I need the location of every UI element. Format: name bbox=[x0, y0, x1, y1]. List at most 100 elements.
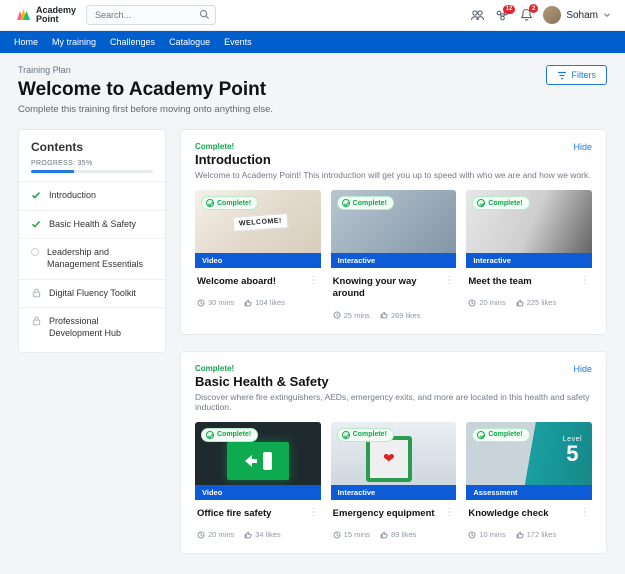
nav-my-training[interactable]: My training bbox=[52, 31, 96, 53]
check-ring-icon bbox=[477, 431, 485, 439]
kebab-icon[interactable]: ⋮ bbox=[305, 276, 319, 286]
check-ring-icon bbox=[342, 431, 350, 439]
top-bar: Academy Point 12 2 bbox=[0, 0, 625, 31]
kebab-icon[interactable]: ⋮ bbox=[440, 276, 454, 286]
training-section: Complete!Basic Health & SafetyHideDiscov… bbox=[180, 351, 607, 554]
community-icon[interactable]: 12 bbox=[495, 9, 510, 22]
clock-icon bbox=[197, 299, 205, 307]
toc-label: Introduction bbox=[49, 190, 96, 202]
card-thumbnail: WELCOME!Complete!Video bbox=[195, 190, 321, 268]
nav-home[interactable]: Home bbox=[14, 31, 38, 53]
card-title: Knowledge check bbox=[468, 508, 576, 520]
duration: 15 mins bbox=[333, 530, 370, 539]
duration: 10 mins bbox=[468, 530, 505, 539]
chevron-down-icon bbox=[603, 11, 611, 19]
type-ribbon: Interactive bbox=[331, 485, 457, 500]
card-title: Office fire safety bbox=[197, 508, 305, 520]
contents-sidebar: Contents PROGRESS: 35% IntroductionBasic… bbox=[18, 129, 166, 353]
duration: 20 mins bbox=[197, 530, 234, 539]
kebab-icon[interactable]: ⋮ bbox=[576, 276, 590, 286]
clock-icon bbox=[197, 531, 205, 539]
brand-name: Academy Point bbox=[36, 6, 76, 24]
main-nav: Home My training Challenges Catalogue Ev… bbox=[0, 31, 625, 53]
search-input[interactable] bbox=[86, 5, 216, 25]
section-desc: Welcome to Academy Point! This introduct… bbox=[195, 170, 592, 180]
likes: 34 likes bbox=[244, 530, 280, 539]
card-thumbnail: ❤Complete!Interactive bbox=[331, 422, 457, 500]
filters-icon bbox=[557, 71, 567, 80]
community-badge: 12 bbox=[503, 5, 516, 14]
toc-item[interactable]: Basic Health & Safety bbox=[19, 210, 165, 239]
card-thumbnail: Complete!Interactive bbox=[331, 190, 457, 268]
course-card[interactable]: Complete! Video Office fire safety⋮ 20 mins… bbox=[195, 422, 321, 539]
card-thumbnail: Complete! Video bbox=[195, 422, 321, 500]
likes: 269 likes bbox=[380, 311, 421, 320]
toc-item[interactable]: Introduction bbox=[19, 181, 165, 210]
breadcrumb: Training Plan bbox=[18, 65, 273, 75]
clock-icon bbox=[468, 299, 476, 307]
check-icon bbox=[31, 219, 41, 229]
check-ring-icon bbox=[206, 431, 214, 439]
bell-icon[interactable]: 2 bbox=[520, 8, 533, 22]
type-ribbon: Video bbox=[195, 485, 321, 500]
logo-mark-icon bbox=[14, 8, 32, 22]
card-thumbnail: Complete!Interactive bbox=[466, 190, 592, 268]
user-name: Soham bbox=[566, 10, 598, 21]
card-title: Welcome aboard! bbox=[197, 276, 305, 288]
toc-item[interactable]: Digital Fluency Toolkit bbox=[19, 279, 165, 308]
search-icon bbox=[199, 9, 210, 20]
duration: 25 mins bbox=[333, 311, 370, 320]
brand-logo[interactable]: Academy Point bbox=[14, 6, 76, 24]
bell-badge: 2 bbox=[529, 4, 538, 13]
complete-chip: Complete! bbox=[337, 196, 394, 210]
progress-bar bbox=[31, 170, 153, 173]
thumbs-up-icon bbox=[516, 531, 524, 539]
card-title: Knowing your way around bbox=[333, 276, 441, 301]
course-card[interactable]: ❤Complete!InteractiveEmergency equipment… bbox=[331, 422, 457, 539]
avatar bbox=[543, 6, 561, 24]
course-card[interactable]: Complete!Interactive Meet the team⋮ 20 min… bbox=[466, 190, 592, 320]
duration: 20 mins bbox=[468, 298, 505, 307]
complete-chip: Complete! bbox=[337, 428, 394, 442]
section-title: Basic Health & Safety bbox=[195, 374, 329, 389]
course-card[interactable]: WELCOME!Complete!VideoWelcome aboard!⋮30… bbox=[195, 190, 321, 320]
clock-icon bbox=[468, 531, 476, 539]
check-icon bbox=[31, 190, 41, 200]
card-title: Meet the team bbox=[468, 276, 576, 288]
course-card[interactable]: Level5Complete!AssessmentKnowledge check… bbox=[466, 422, 592, 539]
thumbs-up-icon bbox=[380, 531, 388, 539]
page-subtitle: Complete this training first before movi… bbox=[18, 104, 273, 115]
kebab-icon[interactable]: ⋮ bbox=[440, 508, 454, 518]
complete-chip: Complete! bbox=[472, 428, 529, 442]
course-card[interactable]: Complete!Interactive Knowing your way aro… bbox=[331, 190, 457, 320]
complete-chip: Complete! bbox=[201, 196, 258, 210]
filters-button[interactable]: Filters bbox=[546, 65, 608, 85]
nav-events[interactable]: Events bbox=[224, 31, 252, 53]
likes: 104 likes bbox=[244, 298, 285, 307]
toc-label: Basic Health & Safety bbox=[49, 219, 136, 231]
people-icon[interactable] bbox=[470, 9, 485, 22]
search-field[interactable] bbox=[86, 5, 216, 25]
likes: 225 likes bbox=[516, 298, 557, 307]
hide-toggle[interactable]: Hide bbox=[573, 142, 592, 152]
clock-icon bbox=[333, 311, 341, 319]
kebab-icon[interactable]: ⋮ bbox=[576, 508, 590, 518]
complete-chip: Complete! bbox=[201, 428, 258, 442]
hide-toggle[interactable]: Hide bbox=[573, 364, 592, 374]
toc-item[interactable]: Professional Development Hub bbox=[19, 307, 165, 347]
thumbs-up-icon bbox=[516, 299, 524, 307]
page-title: Welcome to Academy Point bbox=[18, 79, 273, 101]
card-title: Emergency equipment bbox=[333, 508, 441, 520]
user-menu[interactable]: Soham bbox=[543, 6, 611, 24]
nav-challenges[interactable]: Challenges bbox=[110, 31, 155, 53]
section-status: Complete! bbox=[195, 364, 329, 373]
nav-catalogue[interactable]: Catalogue bbox=[169, 31, 210, 53]
thumbs-up-icon bbox=[244, 299, 252, 307]
check-ring-icon bbox=[477, 199, 485, 207]
kebab-icon[interactable]: ⋮ bbox=[305, 508, 319, 518]
lock-icon bbox=[31, 288, 41, 298]
likes: 172 likes bbox=[516, 530, 557, 539]
type-ribbon: Interactive bbox=[466, 253, 592, 268]
section-desc: Discover where fire extinguishers, AEDs,… bbox=[195, 392, 592, 412]
toc-item[interactable]: Leadership and Management Essentials bbox=[19, 238, 165, 278]
